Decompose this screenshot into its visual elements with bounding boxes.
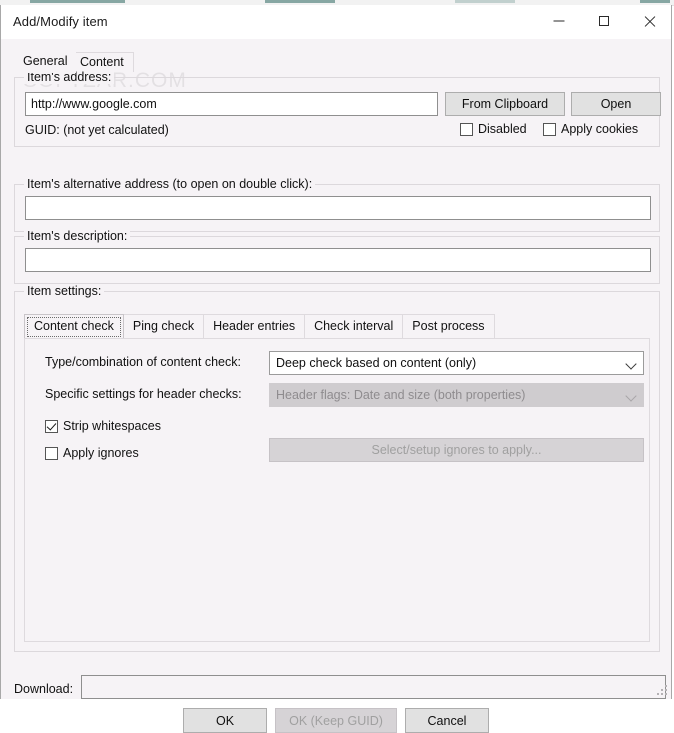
tab-check-interval[interactable]: Check interval bbox=[304, 314, 403, 338]
chevron-down-icon bbox=[625, 390, 636, 401]
settings-tab-strip: Content check Ping check Header entries … bbox=[24, 314, 494, 339]
item-description-legend: Item's description: bbox=[24, 229, 130, 243]
tab-post-process[interactable]: Post process bbox=[402, 314, 494, 338]
select-setup-ignores-button: Select/setup ignores to apply... bbox=[269, 438, 644, 462]
header-checks-settings-label: Specific settings for header checks: bbox=[45, 387, 242, 401]
header-checks-settings-value: Header flags: Date and size (both proper… bbox=[276, 388, 525, 402]
ok-button[interactable]: OK bbox=[183, 708, 267, 733]
open-button[interactable]: Open bbox=[571, 92, 661, 116]
add-modify-item-window: Add/Modify item SOFTZAR.COM اولین بانک ن… bbox=[0, 5, 672, 699]
item-settings-group: Item settings: Content check Ping check … bbox=[14, 291, 660, 652]
close-button[interactable] bbox=[626, 5, 671, 37]
from-clipboard-button[interactable]: From Clipboard bbox=[445, 92, 565, 116]
cancel-button[interactable]: Cancel bbox=[405, 708, 489, 733]
item-address-input[interactable] bbox=[25, 92, 438, 116]
item-address-group: Item's address: From Clipboard Open GUID… bbox=[14, 77, 660, 147]
disabled-checkbox[interactable]: Disabled bbox=[460, 122, 527, 136]
apply-ignores-checkbox[interactable]: Apply ignores bbox=[45, 446, 139, 460]
checkbox-box-icon bbox=[460, 123, 473, 136]
strip-whitespaces-label: Strip whitespaces bbox=[63, 419, 161, 433]
tab-general[interactable]: General bbox=[14, 50, 76, 73]
tab-content[interactable]: Content bbox=[70, 52, 134, 72]
checkbox-checked-icon bbox=[45, 420, 58, 433]
ok-keep-guid-button: OK (Keep GUID) bbox=[275, 708, 397, 733]
maximize-button[interactable] bbox=[581, 5, 626, 37]
tab-content-check[interactable]: Content check bbox=[24, 314, 124, 338]
apply-cookies-checkbox-label: Apply cookies bbox=[561, 122, 638, 136]
guid-text: GUID: (not yet calculated) bbox=[25, 123, 169, 137]
tab-header-entries[interactable]: Header entries bbox=[203, 314, 305, 338]
window-title: Add/Modify item bbox=[13, 14, 108, 29]
title-bar: Add/Modify item bbox=[1, 5, 671, 39]
apply-ignores-label: Apply ignores bbox=[63, 446, 139, 460]
content-check-type-label: Type/combination of content check: bbox=[45, 355, 241, 369]
content-check-type-dropdown[interactable]: Deep check based on content (only) bbox=[269, 351, 644, 375]
minimize-icon bbox=[553, 21, 564, 22]
dialog-client-area: SOFTZAR.COM اولین بانک نرم افزار General… bbox=[1, 39, 671, 699]
item-settings-legend: Item settings: bbox=[24, 284, 104, 298]
alternative-address-legend: Item's alternative address (to open on d… bbox=[24, 177, 315, 191]
resize-grip[interactable] bbox=[657, 685, 669, 697]
content-check-type-value: Deep check based on content (only) bbox=[276, 356, 476, 370]
alternative-address-group: Item's alternative address (to open on d… bbox=[14, 184, 660, 232]
maximize-icon bbox=[599, 16, 609, 26]
checkbox-box-icon bbox=[45, 447, 58, 460]
content-check-panel: Type/combination of content check: Deep … bbox=[24, 338, 650, 642]
alternative-address-input[interactable] bbox=[25, 196, 651, 220]
minimize-button[interactable] bbox=[536, 5, 581, 37]
strip-whitespaces-checkbox[interactable]: Strip whitespaces bbox=[45, 419, 161, 433]
item-description-input[interactable] bbox=[25, 248, 651, 272]
checkbox-box-icon bbox=[543, 123, 556, 136]
disabled-checkbox-label: Disabled bbox=[478, 122, 527, 136]
download-field[interactable] bbox=[81, 675, 666, 699]
item-description-group: Item's description: bbox=[14, 236, 660, 284]
close-icon bbox=[643, 15, 655, 27]
chevron-down-icon bbox=[625, 358, 636, 369]
download-label: Download: bbox=[14, 682, 73, 696]
apply-cookies-checkbox[interactable]: Apply cookies bbox=[543, 122, 638, 136]
tab-ping-check[interactable]: Ping check bbox=[123, 314, 204, 338]
header-checks-settings-dropdown: Header flags: Date and size (both proper… bbox=[269, 383, 644, 407]
